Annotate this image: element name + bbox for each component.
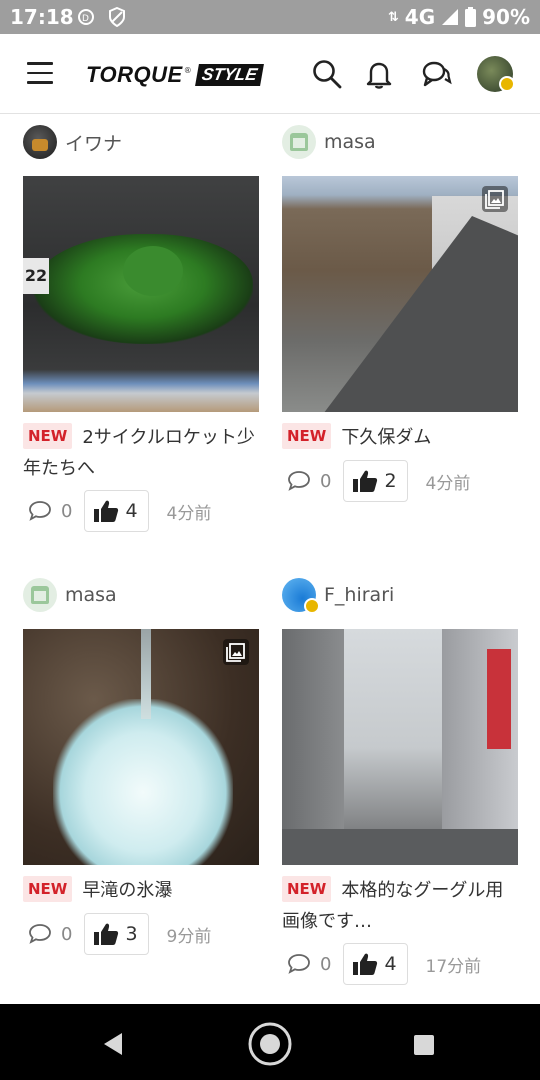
menu-icon[interactable] — [27, 62, 53, 84]
new-badge: NEW — [282, 876, 332, 902]
post-meta: 0 2 4分前 — [286, 460, 470, 502]
post-author[interactable]: F_hirari — [282, 577, 395, 614]
post-title[interactable]: NEW 2サイクルロケット少年たちへ — [23, 422, 259, 484]
badge-icon — [304, 598, 320, 614]
avatar — [282, 578, 320, 614]
post-image[interactable]: 22 — [23, 176, 259, 412]
like-button[interactable]: 2 — [343, 460, 408, 502]
battery-level: 90% — [482, 5, 530, 29]
post-meta: 0 3 9分前 — [27, 913, 211, 955]
comment-icon — [29, 924, 51, 944]
author-name: masa — [65, 584, 117, 606]
author-name: masa — [324, 131, 376, 153]
post-image[interactable] — [282, 176, 518, 412]
post-title[interactable]: NEW 本格的なグーグル用画像です… — [282, 875, 518, 937]
post-time: 4分前 — [166, 503, 212, 524]
post-title-text: 早滝の氷瀑 — [82, 880, 173, 901]
logo-sub: STYLE — [194, 64, 264, 86]
comment-icon — [288, 954, 310, 974]
signal-icon — [442, 9, 459, 25]
author-name: イワナ — [65, 132, 123, 155]
network-type: 4G — [404, 5, 436, 29]
thumbs-up-icon — [94, 500, 119, 522]
post-title[interactable]: NEW 下久保ダム — [282, 422, 518, 453]
comment-count[interactable]: 0 — [286, 469, 331, 493]
avatar — [23, 125, 57, 159]
post-time: 17分前 — [425, 956, 482, 977]
like-button[interactable]: 4 — [343, 943, 408, 985]
post-time: 4分前 — [425, 473, 471, 494]
logo-main: TORQUE — [86, 62, 183, 87]
post-meta: 0 4 17分前 — [286, 943, 481, 985]
comment-count[interactable]: 0 — [27, 499, 72, 523]
new-badge: NEW — [23, 876, 73, 902]
post-author[interactable]: イワナ — [23, 124, 122, 160]
comment-icon — [288, 471, 310, 491]
shield-icon — [109, 7, 125, 27]
bell-icon[interactable] — [363, 58, 395, 90]
post-image[interactable] — [282, 629, 518, 865]
badge-icon — [499, 76, 515, 92]
post-image[interactable] — [23, 629, 259, 865]
comment-icon — [29, 501, 51, 521]
like-button[interactable]: 3 — [84, 913, 149, 955]
system-nav-bar — [0, 1004, 540, 1080]
user-avatar[interactable] — [477, 56, 515, 92]
post-title-text: 下久保ダム — [341, 427, 432, 448]
thumbs-up-icon — [353, 470, 378, 492]
site-logo[interactable]: TORQUE ® STYLE — [86, 62, 264, 88]
chat-icon[interactable] — [420, 58, 452, 90]
multiple-images-icon — [482, 186, 508, 212]
like-button[interactable]: 4 — [84, 490, 149, 532]
author-name: F_hirari — [324, 584, 395, 606]
app-header: TORQUE ® STYLE — [0, 34, 540, 114]
post-author[interactable]: masa — [282, 124, 376, 160]
post-author[interactable]: masa — [23, 577, 117, 613]
multiple-images-icon — [223, 639, 249, 665]
comment-count[interactable]: 0 — [27, 922, 72, 946]
home-icon[interactable] — [247, 1021, 293, 1067]
svg-text:D: D — [82, 14, 89, 24]
comment-count[interactable]: 0 — [286, 952, 331, 976]
status-bar: 17:18 D ⇅ 4G 90% — [0, 0, 540, 34]
new-badge: NEW — [23, 423, 73, 449]
network-icon: ⇅ — [387, 9, 399, 25]
thumbs-up-icon — [353, 953, 378, 975]
post-time: 9分前 — [166, 926, 212, 947]
back-icon[interactable] — [100, 1031, 126, 1057]
post-title[interactable]: NEW 早滝の氷瀑 — [23, 875, 259, 906]
post-meta: 0 4 4分前 — [27, 490, 211, 532]
new-badge: NEW — [282, 423, 332, 449]
battery-icon — [465, 7, 477, 27]
avatar — [282, 125, 316, 159]
search-icon[interactable] — [311, 58, 343, 90]
recents-icon[interactable] — [413, 1034, 435, 1056]
avatar — [23, 578, 57, 612]
thumbs-up-icon — [94, 923, 119, 945]
data-saver-icon: D — [78, 9, 94, 25]
status-time: 17:18 — [10, 5, 74, 29]
